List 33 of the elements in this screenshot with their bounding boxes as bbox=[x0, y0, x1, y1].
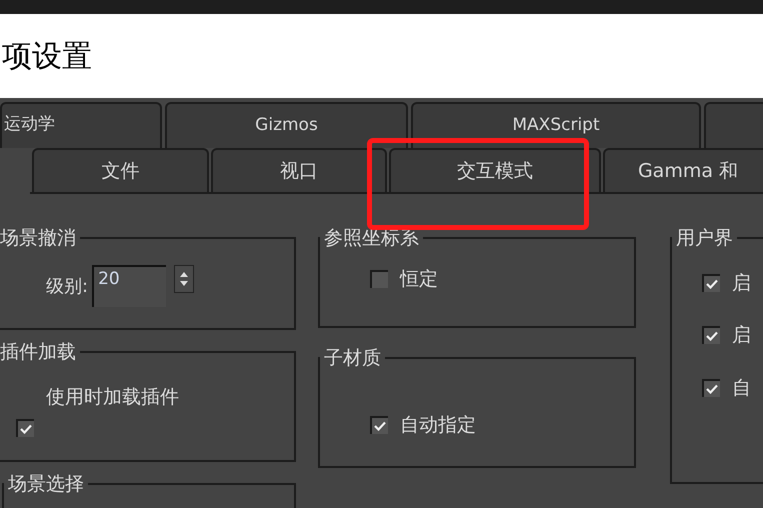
checkmark-icon bbox=[374, 420, 386, 431]
tab[interactable]: 视口 bbox=[211, 148, 387, 192]
checkbox-label: 自 bbox=[732, 376, 751, 400]
checkbox[interactable] bbox=[370, 270, 388, 288]
tab[interactable]: MAXScript bbox=[411, 102, 701, 148]
tab[interactable]: Gizmos bbox=[165, 102, 408, 148]
tab[interactable]: 交互模式 bbox=[389, 148, 601, 192]
checkbox[interactable] bbox=[16, 419, 34, 437]
checkmark-icon bbox=[706, 384, 718, 394]
checkbox-label: 启 bbox=[732, 270, 751, 296]
checkbox-label: 启 bbox=[732, 323, 751, 348]
checkbox[interactable] bbox=[702, 378, 720, 397]
tab[interactable]: 文件 bbox=[32, 148, 209, 192]
field-label: 级别: bbox=[46, 274, 88, 298]
checkbox-label: 恒定 bbox=[400, 266, 438, 292]
checkbox[interactable] bbox=[702, 274, 720, 292]
window-title: 项设置 bbox=[2, 38, 92, 76]
group-title: 插件加载 bbox=[0, 340, 77, 365]
checkmark-icon bbox=[706, 278, 718, 289]
tab[interactable]: 运动学 bbox=[0, 102, 162, 148]
checkbox[interactable] bbox=[370, 416, 388, 434]
checkbox[interactable] bbox=[702, 326, 720, 344]
number-field[interactable]: 20 bbox=[92, 264, 166, 306]
group-title: 用户界 bbox=[675, 226, 734, 251]
group-title: 场景选择 bbox=[7, 472, 85, 497]
checkmark-icon bbox=[706, 331, 718, 342]
group-title: 场景撤消 bbox=[0, 226, 77, 251]
checkbox-label: 自动指定 bbox=[400, 412, 476, 438]
checkbox-label: 使用时加载插件 bbox=[45, 384, 180, 410]
checkmark-icon bbox=[20, 424, 32, 434]
tab[interactable]: Gamma 和 bbox=[603, 148, 763, 192]
spinner-arrows-icon[interactable] bbox=[174, 264, 194, 292]
group-title: 子材质 bbox=[323, 346, 382, 371]
